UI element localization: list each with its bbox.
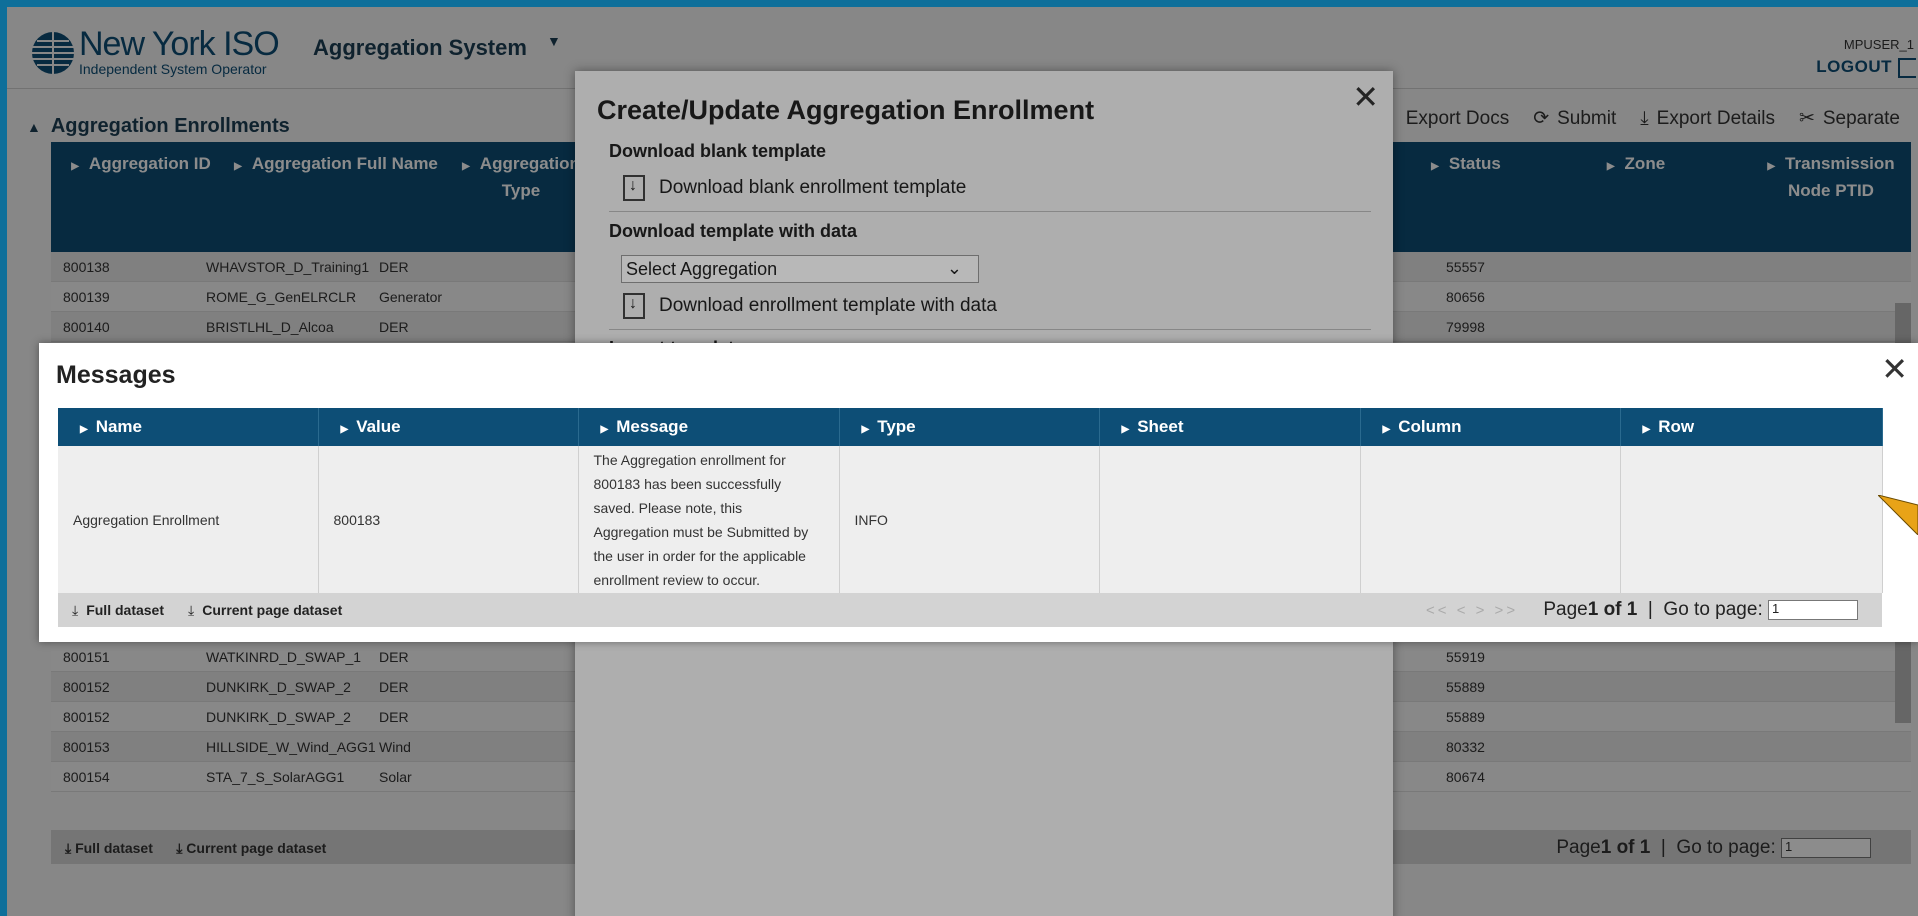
cell-message: The Aggregation enrollment for 800183 ha… <box>578 446 840 593</box>
cell-name: Aggregation Enrollment <box>58 446 319 593</box>
messages-header-row: ▶ Name ▶ Value ▶ Message ▶ Type ▶ Sheet ▶ Colu… <box>58 408 1883 446</box>
app-frame: New York ISO Independent System Operator… <box>7 7 1918 916</box>
messages-current-page-dataset[interactable]: ⤓ Current page dataset <box>188 602 342 619</box>
cell-sheet <box>1099 446 1361 593</box>
col-row[interactable]: ▶ Row <box>1620 408 1883 446</box>
col-type[interactable]: ▶ Type <box>839 408 1100 446</box>
pager-arrows[interactable]: << < > >> <box>1426 602 1518 619</box>
col-name[interactable]: ▶ Name <box>58 408 319 446</box>
cell-type: INFO <box>839 446 1100 593</box>
download-icon: ⤓ <box>188 602 195 618</box>
download-icon: ⤓ <box>72 602 79 618</box>
messages-full-dataset[interactable]: ⤓ Full dataset <box>72 602 164 619</box>
messages-title: Messages <box>56 361 176 389</box>
table-row[interactable]: Aggregation Enrollment 800183 The Aggreg… <box>58 446 1883 593</box>
cell-column <box>1360 446 1621 593</box>
messages-footer: ⤓ Full dataset ⤓ Current page dataset << <… <box>58 593 1882 627</box>
cell-row <box>1620 446 1883 593</box>
col-sheet[interactable]: ▶ Sheet <box>1099 408 1361 446</box>
messages-modal: Messages ✕ ▶ Name ▶ Value ▶ Message ▶ Type ▶… <box>39 343 1918 642</box>
messages-close-icon[interactable]: ✕ <box>1881 353 1908 385</box>
messages-downloads: ⤓ Full dataset ⤓ Current page dataset <box>72 602 342 619</box>
cell-value: 800183 <box>318 446 579 593</box>
col-value[interactable]: ▶ Value <box>318 408 579 446</box>
messages-pager: << < > >> Page1 of 1 | Go to page: 1 <box>1426 599 1858 621</box>
col-message[interactable]: ▶ Message <box>578 408 840 446</box>
col-column[interactable]: ▶ Column <box>1360 408 1621 446</box>
messages-goto-page-input[interactable]: 1 <box>1768 599 1858 620</box>
cursor-arrow-icon <box>1878 495 1918 535</box>
messages-table: ▶ Name ▶ Value ▶ Message ▶ Type ▶ Sheet ▶ Colu… <box>58 408 1883 593</box>
